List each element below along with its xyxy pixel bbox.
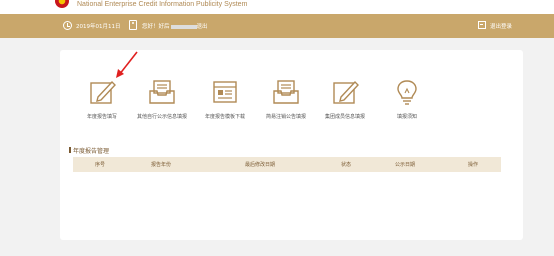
- column-header: 操作: [468, 162, 479, 168]
- inbox-tray-icon: [273, 80, 299, 104]
- red-annotation-arrow-icon: [116, 51, 138, 78]
- lightbulb-icon: [397, 80, 417, 105]
- welcome-label: 您好！好后: [142, 24, 170, 30]
- tile-group-members[interactable]: 集团成员信息填报: [315, 79, 375, 134]
- pencil-edit-icon: [333, 80, 359, 104]
- column-header: 报告年份: [151, 162, 172, 168]
- user-card-icon: [129, 20, 137, 30]
- column-header: 公示日期: [395, 162, 416, 168]
- redacted-name: [170, 24, 197, 29]
- browser-window-icon: [213, 81, 237, 103]
- current-date: 2019年01月11日: [76, 24, 121, 30]
- tile-label: 其他自行公示信息填报: [136, 114, 187, 120]
- column-header: 最后修改日期: [245, 162, 276, 168]
- welcome-tail: 退出: [196, 24, 208, 30]
- site-subtitle: National Enterprise Credit Information P…: [77, 1, 248, 8]
- tile-template-download[interactable]: 年度报告模板下载: [195, 79, 255, 134]
- inbox-tray-icon: [149, 80, 175, 104]
- national-emblem-icon: [55, 0, 69, 8]
- column-header: 序号: [95, 162, 106, 168]
- logout-link[interactable]: 退出登录: [490, 22, 512, 30]
- tile-label: 填报须知: [396, 114, 417, 120]
- tile-annual-report-fill[interactable]: 年度报告填写: [72, 79, 132, 134]
- clock-icon: [63, 21, 72, 30]
- user-info-bar: 2019年01月11日 您好！好后 退出 退出登录: [0, 14, 554, 38]
- pencil-edit-icon: [90, 80, 116, 104]
- welcome-text: 您好！好后 退出: [142, 22, 208, 30]
- site-header: National Enterprise Credit Information P…: [0, 0, 554, 14]
- column-header: 状态: [341, 162, 352, 168]
- tile-simple-cancellation[interactable]: 简易注销公告填报: [256, 79, 316, 134]
- tile-other-disclosure[interactable]: 其他自行公示信息填报: [132, 79, 192, 134]
- annual-report-table-header: 序号 报告年份 最后修改日期 状态 公示日期 操作: [73, 157, 501, 172]
- tile-filing-notice[interactable]: 填报须知: [377, 79, 437, 134]
- tile-label: 集团成员信息填报: [324, 114, 365, 120]
- logout-icon[interactable]: [478, 21, 486, 29]
- tile-label: 年度报告模板下载: [204, 114, 245, 120]
- tile-label: 年度报告填写: [86, 114, 117, 120]
- tile-label: 简易注销公告填报: [265, 114, 306, 120]
- annual-report-section-title: 年度报告管理: [68, 147, 110, 155]
